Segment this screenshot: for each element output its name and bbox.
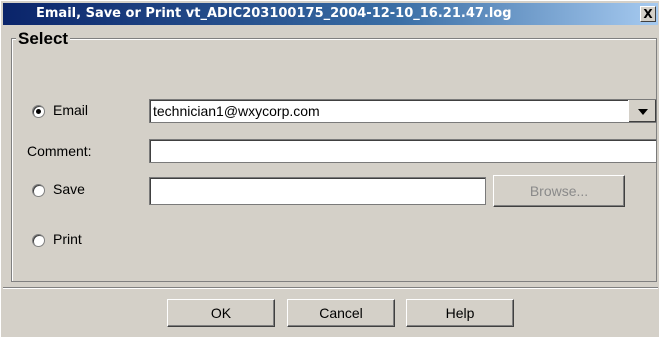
ok-button[interactable]: OK: [167, 299, 275, 327]
email-combo[interactable]: technician1@wxycorp.com: [149, 99, 657, 123]
button-separator: [3, 287, 658, 289]
close-button[interactable]: X: [640, 6, 656, 22]
close-icon: X: [643, 7, 653, 21]
print-label[interactable]: Print: [53, 231, 82, 247]
save-radio[interactable]: [32, 184, 45, 197]
window-title: Email, Save or Print vt_ADIC203100175_20…: [36, 6, 512, 21]
save-path-input[interactable]: [149, 177, 486, 205]
group-legend: Select: [16, 29, 71, 49]
chevron-down-icon[interactable]: [628, 100, 656, 122]
email-label[interactable]: Email: [53, 102, 88, 118]
comment-input[interactable]: [149, 139, 657, 163]
email-radio[interactable]: [32, 105, 45, 118]
help-button[interactable]: Help: [406, 299, 514, 327]
save-label[interactable]: Save: [53, 181, 85, 197]
print-radio[interactable]: [32, 234, 45, 247]
title-bar[interactable]: Email, Save or Print vt_ADIC203100175_20…: [3, 3, 658, 25]
email-combo-value: technician1@wxycorp.com: [153, 103, 320, 119]
dialog-window: Email, Save or Print vt_ADIC203100175_20…: [0, 0, 659, 337]
browse-button[interactable]: Browse...: [493, 175, 625, 207]
comment-label: Comment:: [27, 143, 92, 159]
cancel-button[interactable]: Cancel: [287, 299, 395, 327]
